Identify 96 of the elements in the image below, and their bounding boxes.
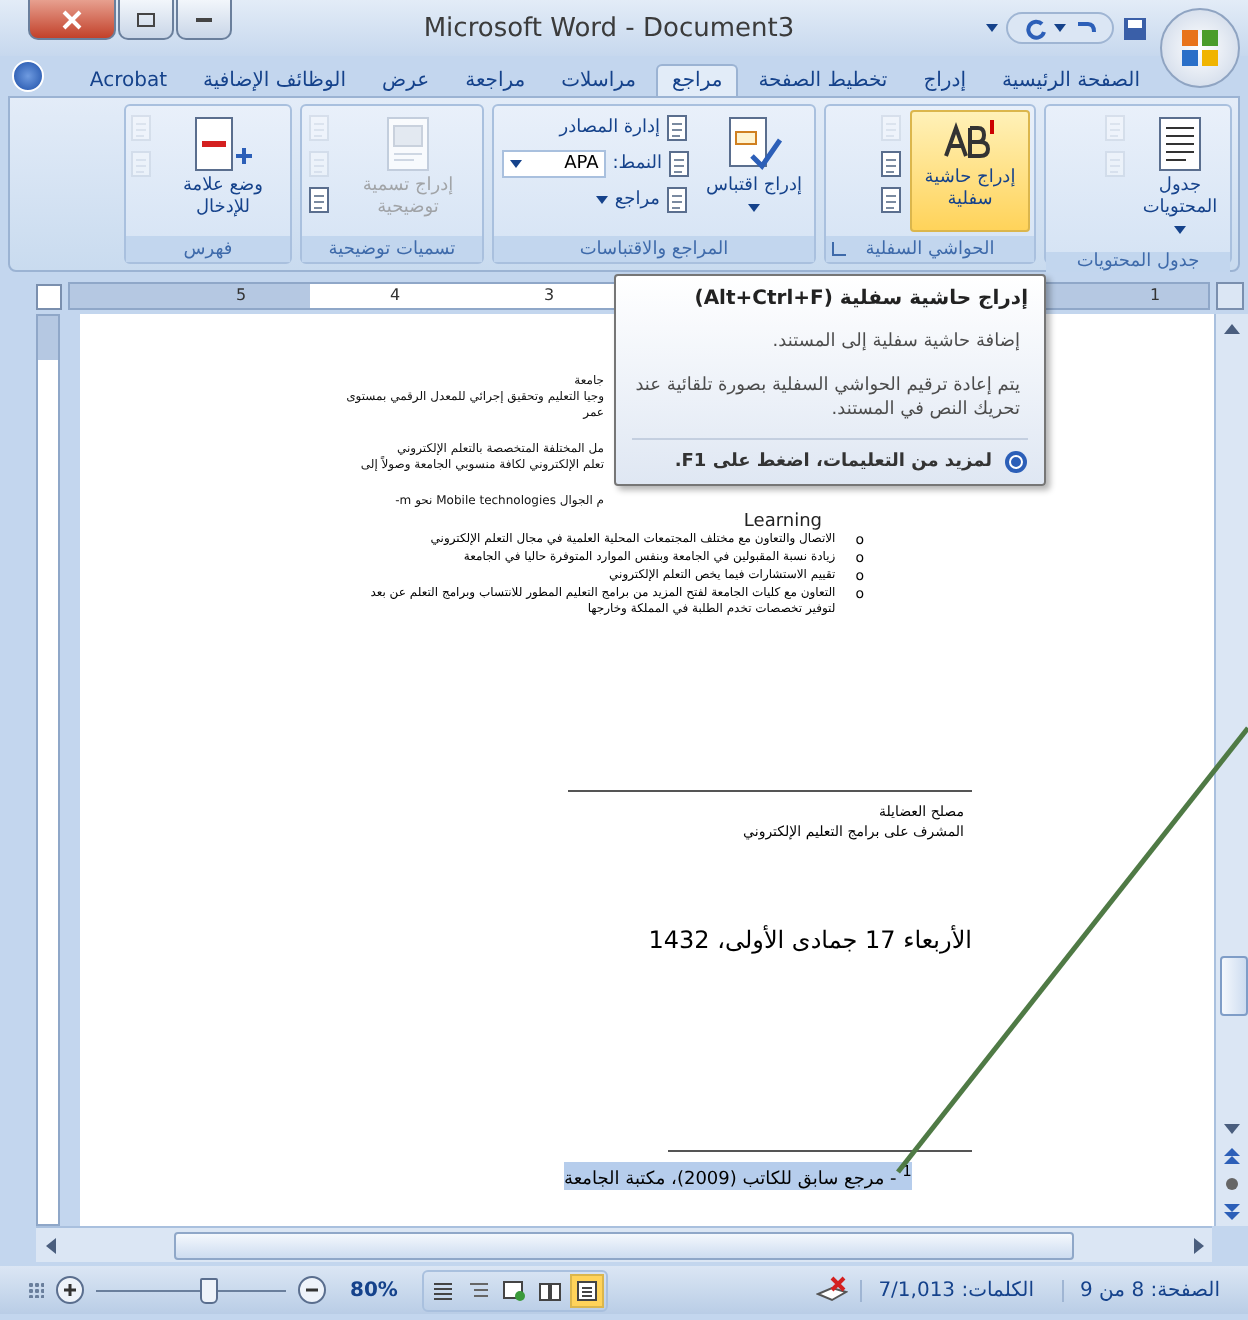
small-page-icon — [130, 114, 154, 142]
ruler-number: 4 — [390, 284, 401, 308]
ribbon-large-button[interactable]: وضع علامة للإدخال — [160, 110, 286, 232]
proofing-book-icon — [816, 1276, 849, 1304]
ribbon-large-button[interactable]: إدراج اقتباس — [698, 110, 810, 232]
small-page-icon — [666, 186, 690, 214]
tooltip-text: إضافة حاشية سفلية إلى المستند. — [770, 330, 1022, 354]
small-page-icon — [880, 186, 904, 214]
small-page-icon — [1104, 150, 1128, 178]
outline-icon — [467, 1279, 490, 1301]
ribbon-large-button[interactable]: جدول المحتويات — [1134, 110, 1226, 248]
ribbon-small-button[interactable] — [880, 186, 904, 214]
group-label: جدول المحتويات — [1076, 252, 1200, 272]
ribbon-button[interactable]: مراجع — [502, 186, 692, 214]
up-arrow-icon — [1224, 323, 1240, 333]
restore-icon — [136, 11, 156, 27]
small-page-icon — [1104, 114, 1128, 142]
globe-page-icon — [502, 1279, 527, 1301]
ribbon-small-button[interactable] — [880, 150, 904, 178]
window-title: Microsoft Word - Document3 — [421, 13, 797, 43]
down-arrow-icon — [1224, 1123, 1240, 1133]
help-icon[interactable] — [12, 60, 44, 92]
dropdown-caret-icon — [986, 24, 998, 32]
ribbon-tab[interactable]: تخطيط الصفحة — [742, 64, 904, 96]
quick-access-toolbar[interactable] — [1006, 12, 1114, 44]
group-label: المراجع والاقتباسات — [579, 239, 729, 259]
small-page-icon — [880, 150, 904, 178]
tab-selector[interactable] — [36, 283, 62, 309]
small-page-icon — [308, 186, 332, 214]
ribbon-button[interactable]: إدارة المصادر — [502, 114, 692, 142]
left-arrow-icon — [45, 1237, 55, 1253]
plus-icon — [62, 1282, 78, 1298]
view-ruler-icon[interactable] — [1216, 282, 1244, 310]
tooltip-title: إدراج حاشية سفلية (Alt+Ctrl+F) — [692, 288, 1028, 310]
resize-grip[interactable] — [28, 1282, 44, 1298]
zoom-in-button[interactable] — [56, 1276, 84, 1304]
minimize-icon — [194, 15, 214, 23]
ribbon-tab[interactable]: عرض — [366, 64, 446, 96]
page-minus-plus-icon — [191, 116, 255, 172]
double-down-arrow-icon — [1224, 1204, 1240, 1220]
close-button[interactable] — [28, 0, 116, 40]
ribbon-large-button[interactable]: إدراج حاشية سفلية — [910, 110, 1030, 232]
ribbon-tab[interactable]: الوظائف الإضافية — [187, 64, 362, 96]
redo-icon — [1024, 16, 1048, 40]
circle-icon — [1224, 1176, 1240, 1192]
double-up-arrow-icon — [1224, 1148, 1240, 1164]
footnote-icon — [940, 116, 1000, 164]
document-check-icon — [724, 116, 784, 172]
ribbon-tab[interactable]: مراجعة — [449, 64, 542, 96]
word-count[interactable]: الكلمات: 7/1,013 — [860, 1279, 1050, 1301]
ribbon-tab[interactable]: مراجع — [656, 64, 739, 96]
ribbon-small-button[interactable] — [308, 186, 332, 214]
scrollbar-thumb[interactable] — [174, 1232, 1074, 1260]
page-layout-icon — [575, 1279, 598, 1301]
zoom-out-button[interactable] — [298, 1276, 326, 1304]
group-label: الحواشي السفلية — [865, 239, 995, 259]
restore-button[interactable] — [118, 0, 174, 40]
picture-page-icon — [382, 116, 434, 172]
small-page-icon — [668, 150, 692, 178]
help-icon — [1004, 450, 1028, 474]
document-icon — [1156, 116, 1204, 172]
tooltip-text: يتم إعادة ترقيم الحواشي السفلية بصورة تلقائية عند تحريك النص في المستند. — [633, 374, 1022, 422]
ruler-number: 5 — [236, 284, 247, 308]
ribbon-tab[interactable]: Acrobat — [73, 64, 183, 96]
zoom-level[interactable]: 80% — [338, 1279, 410, 1301]
small-page-icon — [308, 150, 332, 178]
dropdown-caret-icon — [1054, 24, 1066, 32]
page-count[interactable]: الصفحة: 8 من 9 — [1062, 1279, 1236, 1301]
small-page-icon — [880, 114, 904, 142]
document-text: Learning — [741, 512, 822, 532]
ruler-number: 3 — [544, 284, 555, 308]
style-select[interactable]: APA — [502, 150, 607, 178]
scrollbar-thumb[interactable] — [1220, 956, 1248, 1016]
style-label: النمط: — [612, 154, 662, 174]
open-book-icon — [538, 1279, 563, 1301]
save-icon — [1122, 15, 1148, 41]
office-button[interactable] — [1160, 8, 1240, 88]
ruler-number: 1 — [1150, 284, 1161, 308]
right-arrow-icon — [1193, 1237, 1203, 1253]
small-page-icon — [666, 114, 690, 142]
lines-icon — [431, 1279, 454, 1301]
view-button[interactable] — [569, 1273, 604, 1307]
minimize-button[interactable] — [176, 0, 232, 40]
small-page-icon — [308, 114, 332, 142]
tooltip-help-text: لمزيد من التعليمات، اضغط على F1. — [674, 452, 992, 472]
date-text: الأربعاء 17 جمادى الأولى، 1432 — [646, 926, 972, 954]
office-logo-icon — [1178, 26, 1222, 70]
ribbon-tab[interactable]: إدراج — [907, 64, 982, 96]
group-label: فهرس — [183, 239, 233, 259]
dialog-launcher-icon[interactable] — [832, 242, 846, 256]
group-label: تسميات توضيحية — [328, 239, 456, 259]
dropdown-caret-icon — [510, 160, 523, 168]
small-page-icon — [130, 150, 154, 178]
ribbon-tab[interactable]: الصفحة الرئيسية — [986, 64, 1156, 96]
ribbon-tab[interactable]: مراسلات — [545, 64, 653, 96]
close-icon — [62, 9, 82, 29]
